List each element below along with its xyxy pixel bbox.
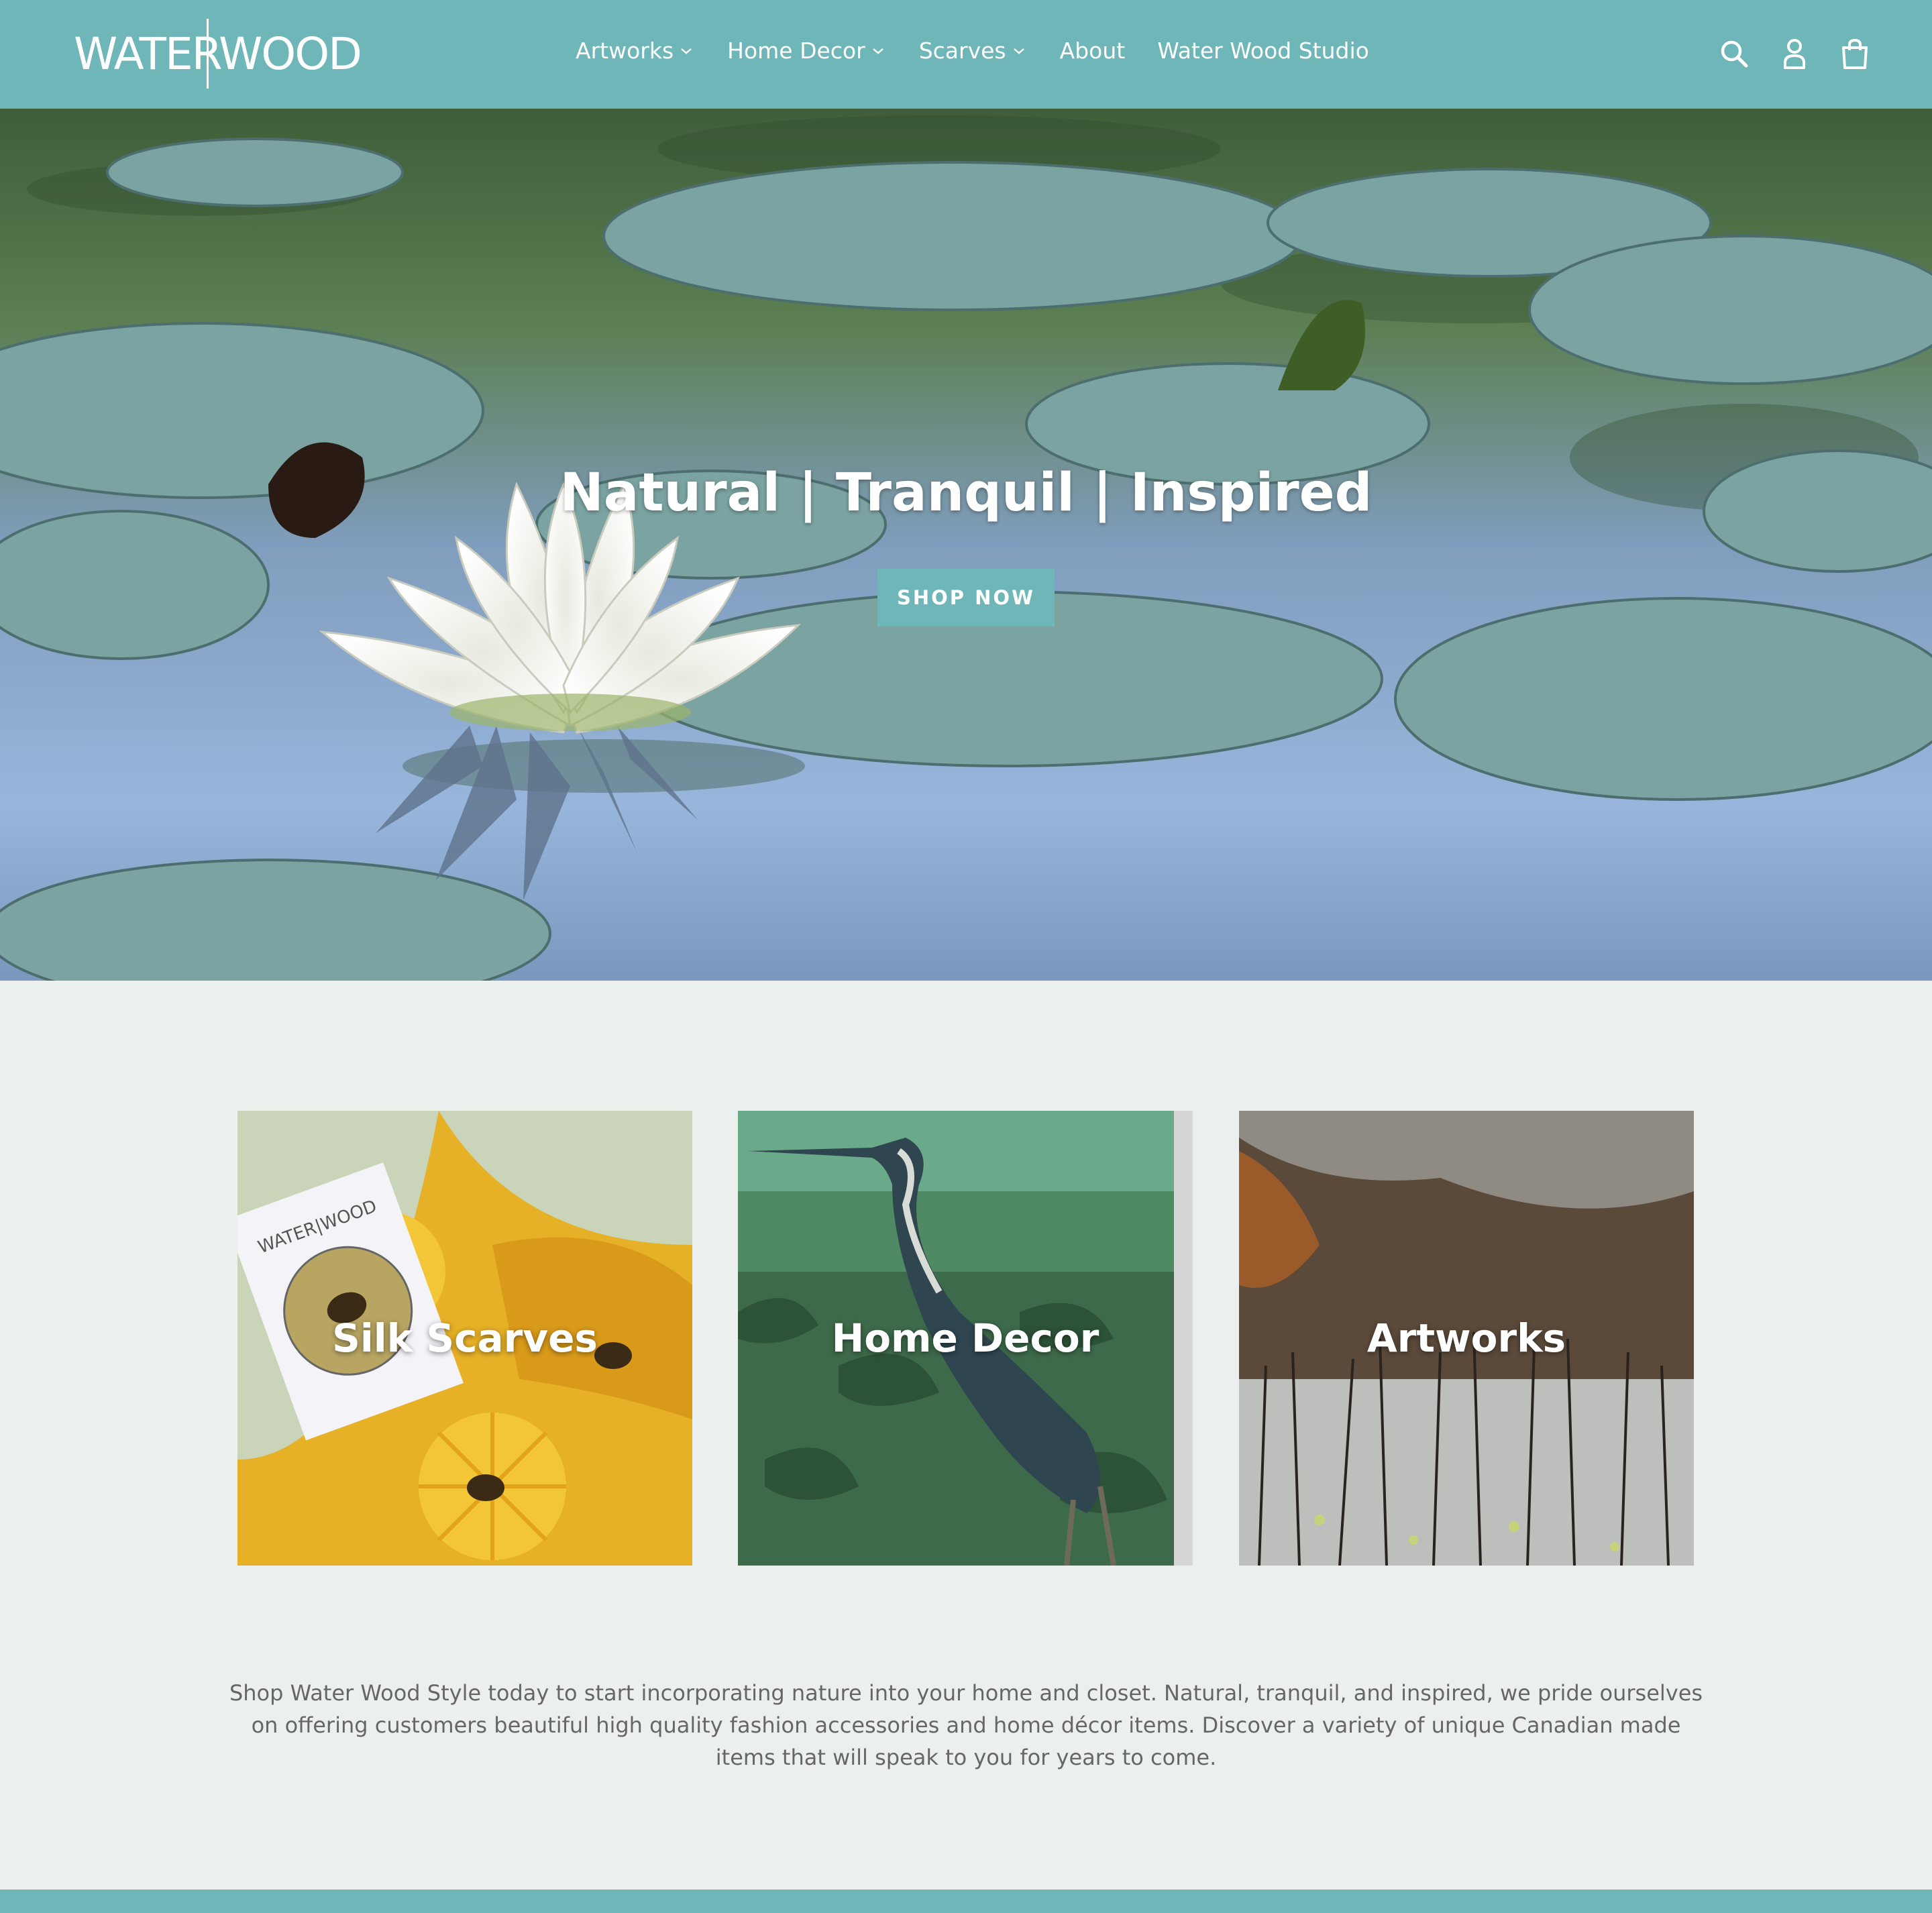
main-nav: Artworks Home Decor Scarves About Water … (576, 38, 1369, 64)
collection-title: Home Decor (831, 1315, 1099, 1361)
nav-item-about[interactable]: About (1060, 38, 1126, 64)
cart-icon[interactable] (1838, 35, 1872, 72)
collection-title: Artworks (1366, 1315, 1566, 1361)
collection-title: Silk Scarves (332, 1315, 598, 1361)
account-icon[interactable] (1778, 35, 1811, 72)
intro-paragraph: Shop Water Wood Style today to start inc… (229, 1680, 1703, 1770)
nav-label: About (1059, 38, 1126, 64)
chevron-down-icon (1013, 44, 1028, 58)
nav-label: Water Wood Studio (1157, 38, 1369, 64)
logo-divider (207, 19, 209, 89)
logo-word-wood: WOOD (219, 28, 362, 80)
nav-item-artworks[interactable]: Artworks (576, 38, 695, 64)
hero-title: Natural | Tranquil | Inspired (559, 463, 1373, 523)
collection-grid: WATER|WOOD Silk Scarves Home Decor Artwo… (237, 1111, 1695, 1566)
chevron-down-icon (872, 44, 887, 58)
nav-item-scarves[interactable]: Scarves (919, 38, 1028, 64)
logo-word-water: WATER (74, 28, 223, 80)
hero-image-water-lily (0, 109, 1932, 981)
search-icon[interactable] (1717, 35, 1751, 72)
collection-card-silk-scarves[interactable]: WATER|WOOD Silk Scarves (237, 1111, 692, 1566)
nav-item-home-decor[interactable]: Home Decor (727, 38, 887, 64)
nav-label: Home Decor (727, 38, 865, 64)
nav-label: Scarves (918, 38, 1006, 64)
nav-label: Artworks (576, 38, 674, 64)
collection-card-artworks[interactable]: Artworks (1239, 1111, 1694, 1566)
nav-item-water-wood-studio[interactable]: Water Wood Studio (1157, 38, 1369, 64)
site-header: WATER WOOD Artworks Home Decor Scarves A… (0, 0, 1932, 109)
hero-banner: Natural | Tranquil | Inspired SHOP NOW (0, 109, 1932, 981)
footer-strip (0, 1890, 1932, 1913)
site-logo[interactable]: WATER WOOD (74, 19, 362, 89)
chevron-down-icon (680, 44, 695, 58)
collection-card-home-decor[interactable]: Home Decor (738, 1111, 1193, 1566)
header-icons (1690, 35, 1872, 72)
shop-now-button[interactable]: SHOP NOW (877, 569, 1055, 626)
